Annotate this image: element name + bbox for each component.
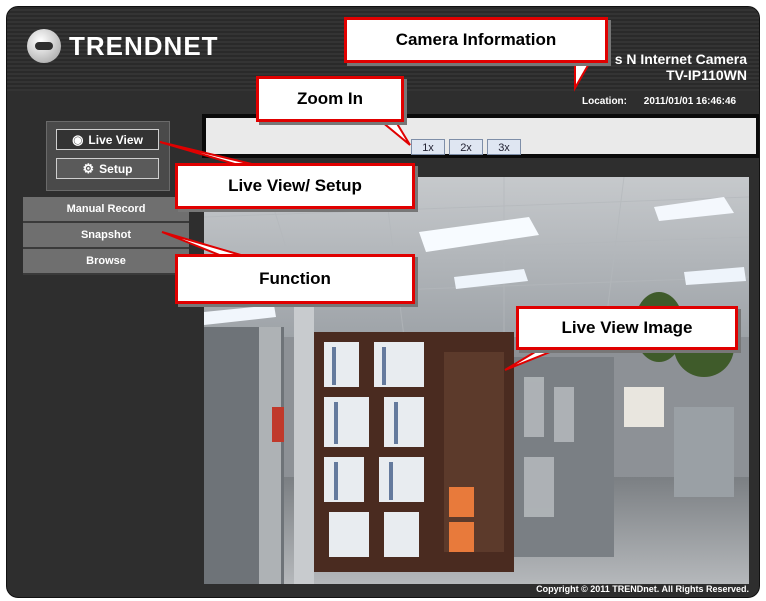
callout-live-view-setup: Live View/ Setup (175, 163, 415, 209)
callout-function: Function (175, 254, 415, 304)
callout-zoom-in: Zoom In (256, 76, 404, 122)
callout-camera-information: Camera Information (344, 17, 608, 63)
callout-live-view-image: Live View Image (516, 306, 738, 350)
